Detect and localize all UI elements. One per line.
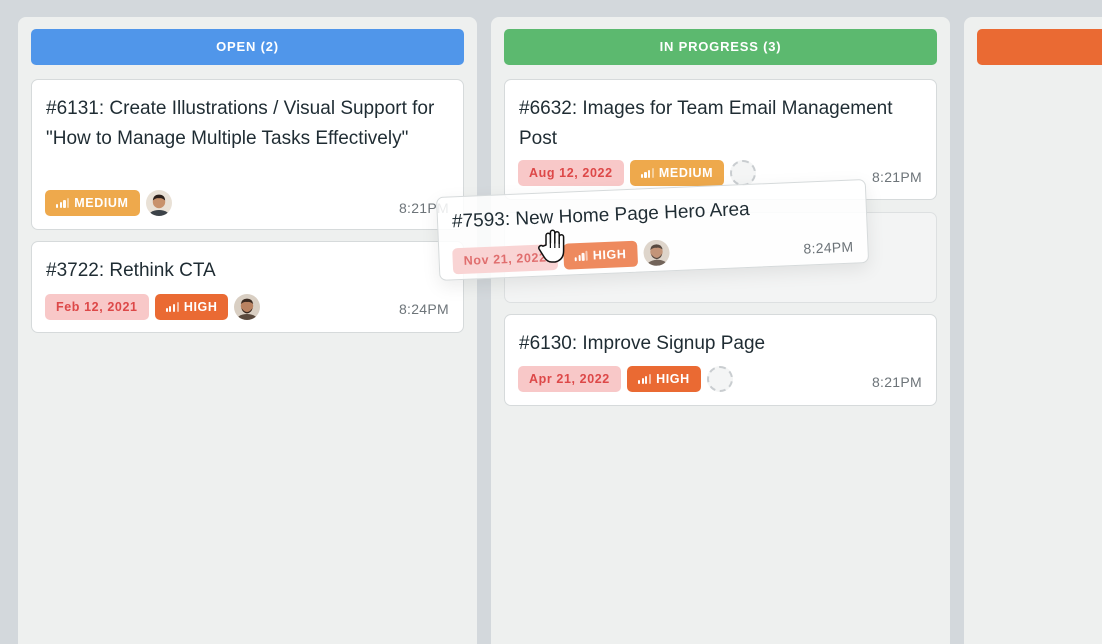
task-meta: MEDIUM xyxy=(45,190,172,216)
signal-bars-icon xyxy=(574,250,589,262)
task-meta: Feb 12, 2021 HIGH xyxy=(45,294,261,320)
avatar-man-beard[interactable] xyxy=(234,294,261,320)
task-time: 8:21PM xyxy=(871,374,922,390)
task-time: 8:24PM xyxy=(398,301,449,317)
avatar-man-dark-hair[interactable] xyxy=(145,190,172,216)
grab-hand-icon xyxy=(538,229,565,263)
task-card-3722[interactable]: #3722: Rethink CTA Feb 12, 2021 HIGH 8:2… xyxy=(31,241,464,333)
kanban-board: OPEN (2) #6131: Create Illustrations / V… xyxy=(0,0,1102,644)
empty-avatar[interactable] xyxy=(706,366,733,392)
priority-badge-high[interactable]: HIGH xyxy=(563,240,638,270)
priority-label: HIGH xyxy=(183,300,218,314)
dragging-task-card-7593[interactable]: #7593: New Home Page Hero Area Nov 21, 2… xyxy=(436,178,870,281)
task-title: #6130: Improve Signup Page xyxy=(519,333,766,354)
avatar-man-beard[interactable] xyxy=(642,239,670,267)
priority-label: HIGH xyxy=(592,247,627,263)
task-title: #3722: Rethink CTA xyxy=(46,260,216,281)
priority-badge-medium[interactable]: MEDIUM xyxy=(45,190,140,216)
task-title: #6131: Create Illustrations / Visual Sup… xyxy=(46,98,435,149)
priority-badge-medium[interactable]: MEDIUM xyxy=(629,160,725,186)
task-card-6130[interactable]: #6130: Improve Signup Page Apr 21, 2022 … xyxy=(504,314,937,406)
due-date-badge[interactable]: Feb 12, 2021 xyxy=(45,294,149,320)
priority-badge-high[interactable]: HIGH xyxy=(154,294,229,320)
signal-bars-icon xyxy=(56,198,70,208)
column-open: OPEN (2) #6131: Create Illustrations / V… xyxy=(18,17,477,644)
due-date-badge[interactable]: Apr 21, 2022 xyxy=(518,366,621,392)
column-header-in-progress[interactable]: IN PROGRESS (3) xyxy=(504,29,937,65)
priority-label: HIGH xyxy=(656,372,690,386)
task-time: 8:24PM xyxy=(803,238,854,257)
signal-bars-icon xyxy=(165,302,179,312)
task-card-6632[interactable]: #6632: Images for Team Email Management … xyxy=(504,79,937,200)
task-time: 8:21PM xyxy=(871,169,922,185)
task-meta: Aug 12, 2022 MEDIUM xyxy=(518,160,757,186)
column-third xyxy=(964,17,1102,644)
column-in-progress: IN PROGRESS (3) #6632: Images for Team E… xyxy=(491,17,950,644)
task-card-6131[interactable]: #6131: Create Illustrations / Visual Sup… xyxy=(31,79,464,230)
empty-avatar[interactable] xyxy=(730,160,757,186)
task-title: #6632: Images for Team Email Management … xyxy=(519,98,893,149)
signal-bars-icon xyxy=(640,168,654,178)
priority-label: MEDIUM xyxy=(74,196,129,210)
priority-badge-high[interactable]: HIGH xyxy=(626,366,701,392)
priority-label: MEDIUM xyxy=(658,166,714,180)
signal-bars-icon xyxy=(637,374,652,384)
column-header-third[interactable] xyxy=(977,29,1102,65)
column-header-open[interactable]: OPEN (2) xyxy=(31,29,464,65)
task-meta: Apr 21, 2022 HIGH xyxy=(518,366,733,392)
due-date-badge[interactable]: Aug 12, 2022 xyxy=(518,160,624,186)
task-title: #7593: New Home Page Hero Area xyxy=(451,198,751,233)
